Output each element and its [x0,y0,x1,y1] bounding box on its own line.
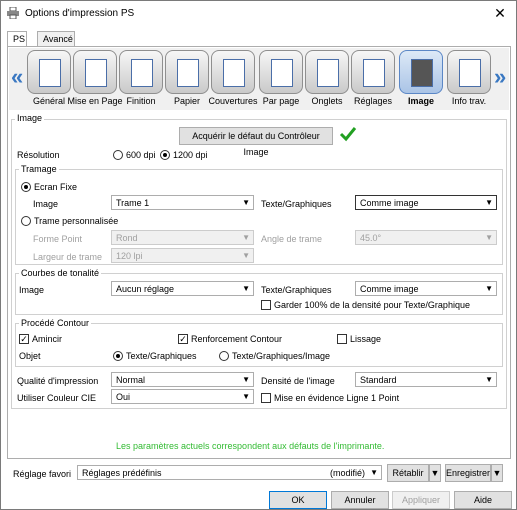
tab-ps[interactable]: PS [7,31,27,47]
angle-trame-select[interactable]: 45.0° ▼ [355,230,497,245]
print-options-dialog: Options d'impression PS ✕ PS Avancé « Gé… [0,0,517,510]
category-couvertures[interactable]: Couvertures [208,48,258,108]
favori-label: Réglage favori [13,469,72,479]
mise-evidence-label: Mise en évidence Ligne 1 Point [274,393,400,403]
image-group-heading: Image [15,113,45,123]
courbes-heading: Courbes de tonalité [19,268,102,278]
tramage-image-select[interactable]: Trame 1 ▼ [111,195,254,210]
chevron-down-icon: ▼ [485,233,493,242]
scroll-left-arrow-icon[interactable]: « [11,64,23,90]
chevron-down-icon: ▼ [242,251,250,260]
largeur-trame-select[interactable]: 120 lpi ▼ [111,248,254,263]
largeur-trame-label: Largeur de trame [33,252,103,262]
tramage-texte-label: Texte/Graphiques [261,199,332,209]
res-600-label: 600 dpi [126,150,156,160]
couleur-cie-select[interactable]: Oui ▼ [111,389,254,404]
save-dropdown-button[interactable]: ▼ [491,464,503,482]
restore-dropdown-button[interactable]: ▼ [429,464,441,482]
printer-icon [7,7,19,19]
qualite-select[interactable]: Normal ▼ [111,372,254,387]
resolution-label: Résolution [17,150,60,160]
garder-densite-label: Garder 100% de la densité pour Texte/Gra… [274,300,470,310]
defaults-info-message: Les paramètres actuels correspondent aux… [116,441,385,451]
category-info-trav[interactable]: Info trav. [447,48,491,108]
forme-point-label: Forme Point [33,234,83,244]
trame-perso-label: Trame personnalisée [34,216,119,226]
tramage-image-label: Image [33,199,59,209]
courbes-image-label: Image [19,285,45,295]
courbes-texte-label: Texte/Graphiques [261,285,332,295]
chevron-down-icon: ▼ [242,392,250,401]
lissage-checkbox[interactable] [337,334,347,344]
ecran-fixe-label: Ecran Fixe [34,182,78,192]
chevron-down-icon: ▼ [242,284,250,293]
contour-heading: Procédé Contour [19,318,92,328]
renforcement-label: Renforcement Contour [191,334,283,344]
chevron-down-icon: ▼ [485,198,493,207]
help-button[interactable]: Aide [454,491,512,509]
mise-evidence-checkbox[interactable] [261,393,271,403]
chevron-down-icon: ▼ [242,198,250,207]
tramage-heading: Tramage [19,164,59,174]
lissage-label: Lissage [350,334,382,344]
garder-densite-checkbox[interactable] [261,300,271,310]
chevron-down-icon: ▼ [370,468,378,477]
objet-texte-radio[interactable] [113,351,123,361]
amincir-label: Amincir [32,334,63,344]
objet-label: Objet [19,351,41,361]
res-1200-radio[interactable] [160,150,170,160]
res-600-radio[interactable] [113,150,123,160]
window-title: Options d'impression PS [25,8,135,19]
favori-modified-label: (modifié) [329,468,365,478]
angle-trame-label: Angle de trame [261,234,323,244]
objet-texte-label: Texte/Graphiques [126,351,197,361]
trame-perso-radio[interactable] [21,216,31,226]
apply-button[interactable]: Appliquer [392,491,450,509]
res-1200-label: 1200 dpi [173,150,208,160]
chevron-down-icon: ▼ [485,375,493,384]
green-check-icon [339,127,357,142]
objet-texte-image-radio[interactable] [219,351,229,361]
courbes-image-select[interactable]: Aucun réglage ▼ [111,281,254,296]
courbes-texte-select[interactable]: Comme image ▼ [355,281,497,296]
save-button[interactable]: Enregistrer [445,464,491,482]
tab-avance[interactable]: Avancé [37,31,75,46]
ok-button[interactable]: OK [269,491,327,509]
ecran-fixe-radio[interactable] [21,182,31,192]
qualite-label: Qualité d'impression [17,376,99,386]
close-button[interactable]: ✕ [490,4,510,22]
tramage-texte-select[interactable]: Comme image ▼ [355,195,497,210]
category-image[interactable]: Image [399,48,443,108]
category-strip: « Général Mise en Page Finition Papier C… [9,48,509,110]
restore-button[interactable]: Rétablir [387,464,429,482]
acquire-default-button[interactable]: Acquérir le défaut du Contrôleur Image [179,127,333,157]
title-bar: Options d'impression PS ✕ [1,1,516,27]
densite-label: Densité de l'image [261,376,335,386]
favori-select[interactable]: Réglages prédéfinis (modifié) ▼ [77,465,382,480]
forme-point-select[interactable]: Rond ▼ [111,230,254,245]
scroll-right-arrow-icon[interactable]: » [494,64,506,90]
chevron-down-icon: ▼ [242,233,250,242]
chevron-down-icon: ▼ [242,375,250,384]
densite-select[interactable]: Standard ▼ [355,372,497,387]
couleur-cie-label: Utiliser Couleur CIE [17,393,97,403]
chevron-down-icon: ▼ [485,284,493,293]
renforcement-checkbox[interactable]: ✓ [178,334,188,344]
amincir-checkbox[interactable]: ✓ [19,334,29,344]
objet-texte-image-label: Texte/Graphiques/Image [232,351,331,361]
cancel-button[interactable]: Annuler [331,491,389,509]
category-reglages[interactable]: Réglages [351,48,395,108]
